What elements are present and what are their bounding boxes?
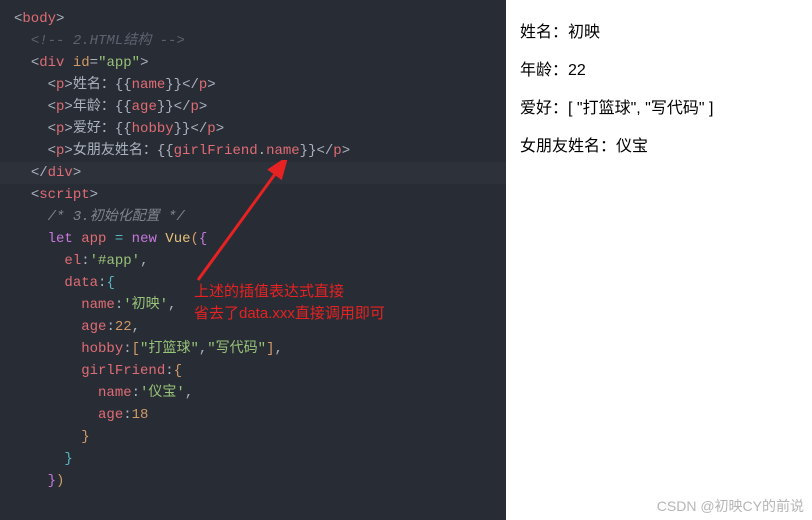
code-line-2: <!-- 2.HTML结构 --> [0, 30, 506, 52]
code-line-17: girlFriend:{ [0, 360, 506, 382]
code-line-1: <body> [0, 8, 506, 30]
code-line-20: } [0, 426, 506, 448]
code-line-11: let app = new Vue({ [0, 228, 506, 250]
output-line-hobby: 爱好：[ "打篮球", "写代码" ] [520, 90, 798, 128]
code-line-16: hobby:["打篮球","写代码"], [0, 338, 506, 360]
code-line-8: </div> [0, 162, 506, 184]
code-line-5: <p>年龄：{{age}}</p> [0, 96, 506, 118]
browser-output-panel: 姓名：初映 年龄：22 爱好：[ "打篮球", "写代码" ] 女朋友姓名：仪宝 [506, 0, 812, 520]
code-line-21: } [0, 448, 506, 470]
code-line-10: /* 3.初始化配置 */ [0, 206, 506, 228]
code-line-12: el:'#app', [0, 250, 506, 272]
annotation-text: 上述的插值表达式直接 省去了data.xxx直接调用即可 [194, 281, 385, 325]
code-line-9: <script> [0, 184, 506, 206]
code-line-4: <p>姓名：{{name}}</p> [0, 74, 506, 96]
output-line-girlfriend: 女朋友姓名：仪宝 [520, 128, 798, 166]
code-line-19: age:18 [0, 404, 506, 426]
code-line-18: name:'仪宝', [0, 382, 506, 404]
code-line-7: <p>女朋友姓名：{{girlFriend.name}}</p> [0, 140, 506, 162]
watermark-text: CSDN @初映CY的前说 [657, 496, 804, 516]
code-line-22: }) [0, 470, 506, 492]
code-line-6: <p>爱好：{{hobby}}</p> [0, 118, 506, 140]
code-line-3: <div id="app"> [0, 52, 506, 74]
output-line-age: 年龄：22 [520, 52, 798, 90]
output-line-name: 姓名：初映 [520, 14, 798, 52]
code-editor-panel[interactable]: <body> <!-- 2.HTML结构 --> <div id="app"> … [0, 0, 506, 520]
